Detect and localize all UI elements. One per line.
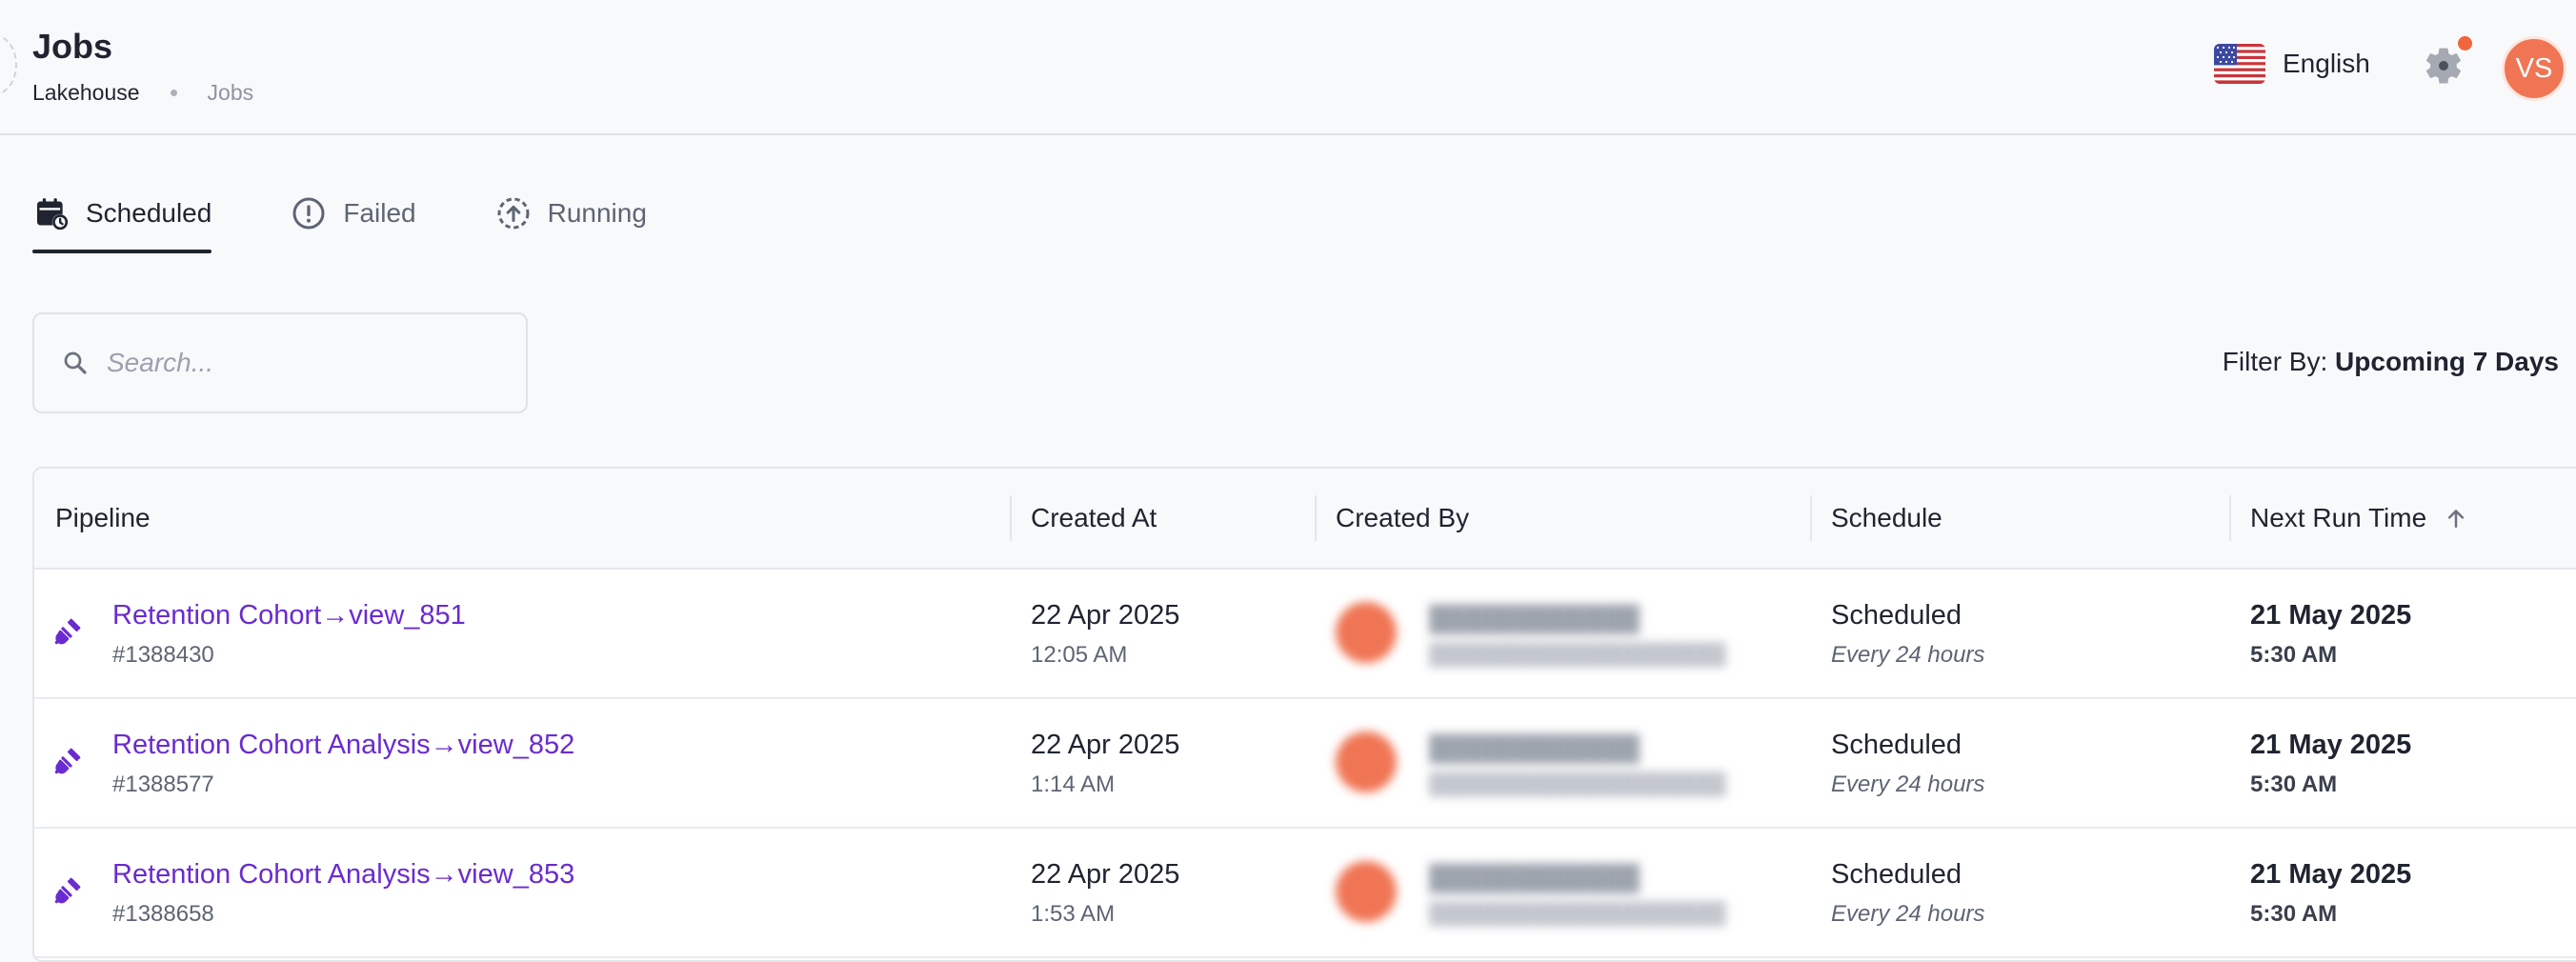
language-label: English (2283, 49, 2370, 78)
column-separator (1010, 495, 1012, 541)
sidebar-toggle[interactable] (0, 34, 17, 95)
schedule-cell: Scheduled Every 24 hours (1831, 570, 2231, 697)
created-by-cell: ████████████ ████████████████████ (1317, 699, 1812, 827)
created-date: 22 Apr 2025 (1031, 730, 1180, 760)
search-box[interactable] (32, 312, 528, 413)
redacted-user: ████████████ ████████████████████ (1317, 848, 1812, 939)
schedule-status: Scheduled (1831, 859, 1962, 890)
us-flag-icon (2214, 44, 2265, 84)
column-header-label: Next Run Time (2250, 503, 2427, 532)
redacted-user: ████████████ ████████████████████ (1317, 589, 1812, 680)
user-avatar[interactable]: VS (2502, 36, 2566, 101)
created-date: 22 Apr 2025 (1031, 859, 1180, 890)
column-header-schedule[interactable]: Schedule (1810, 469, 1942, 568)
filter-selector[interactable]: Filter By: Upcoming 7 Days (2223, 347, 2559, 377)
job-tabs: Scheduled Failed Running (32, 187, 725, 259)
column-header-pipeline[interactable]: Pipeline (55, 469, 151, 568)
filter-label: Filter By: (2222, 347, 2328, 376)
alert-circle-icon (290, 194, 328, 232)
pipeline-id: #1388430 (112, 642, 214, 668)
arrow-up-icon[interactable] (2442, 504, 2470, 532)
schedule-status: Scheduled (1831, 600, 1962, 631)
created-date: 22 Apr 2025 (1031, 600, 1180, 631)
redacted-name: ████████████ (1429, 604, 1640, 632)
created-at-cell: 22 Apr 2025 1:14 AM (1031, 699, 1317, 827)
pipeline-link[interactable]: Retention Cohort Analysis→view_852 (112, 730, 574, 761)
schedule-interval: Every 24 hours (1831, 901, 1985, 927)
tab-running-label: Running (547, 198, 647, 228)
created-by-cell: ████████████ ████████████████████ (1317, 570, 1812, 697)
tab-failed[interactable]: Failed (290, 187, 416, 240)
pipeline-link[interactable]: Retention Cohort→view_851 (112, 600, 466, 631)
jobs-table: Pipeline Created At Created By Schedule … (32, 467, 2576, 962)
column-header-label: Schedule (1831, 503, 1942, 532)
redacted-name: ████████████ (1429, 863, 1640, 892)
pipeline-cell: Retention Cohort→view_851 #1388430 (34, 570, 1006, 697)
search-icon (64, 351, 87, 374)
table-row[interactable]: Retention Cohort Analysis→view_852 #1388… (34, 699, 2576, 829)
schedule-status: Scheduled (1831, 730, 1962, 760)
pipeline-id: #1388577 (112, 772, 214, 797)
avatar (1336, 732, 1397, 792)
created-time: 1:53 AM (1031, 901, 1116, 927)
calendar-clock-icon (32, 194, 70, 232)
column-header-label: Created By (1336, 503, 1470, 532)
plug-icon (54, 748, 81, 774)
breadcrumb-separator (170, 90, 177, 96)
column-separator (2229, 495, 2231, 541)
pipeline-link[interactable]: Retention Cohort Analysis→view_853 (112, 859, 574, 891)
search-input[interactable] (105, 347, 490, 379)
tab-running[interactable]: Running (494, 187, 647, 240)
column-header-created-at[interactable]: Created At (1010, 469, 1157, 568)
column-header-next-run-time[interactable]: Next Run Time (2229, 469, 2470, 568)
column-separator (1810, 495, 1812, 541)
tab-scheduled-label: Scheduled (86, 198, 212, 228)
breadcrumb: Lakehouse Jobs (32, 80, 253, 106)
next-run-date: 21 May 2025 (2250, 859, 2412, 890)
redacted-email: ████████████████████ (1429, 642, 1726, 666)
next-run-time: 5:30 AM (2250, 642, 2338, 668)
plug-icon (54, 618, 81, 645)
column-header-created-by[interactable]: Created By (1315, 469, 1470, 568)
created-at-cell: 22 Apr 2025 12:05 AM (1031, 570, 1317, 697)
pipeline-id: #1388658 (112, 901, 214, 927)
gear-icon[interactable] (2422, 44, 2465, 88)
tab-scheduled[interactable]: Scheduled (32, 187, 212, 253)
next-run-cell: 21 May 2025 5:30 AM (2250, 570, 2565, 697)
pipeline-cell: Retention Cohort Analysis→view_852 #1388… (34, 699, 1006, 827)
next-run-date: 21 May 2025 (2250, 600, 2412, 631)
next-run-date: 21 May 2025 (2250, 730, 2412, 760)
created-time: 1:14 AM (1031, 772, 1116, 797)
table-header: Pipeline Created At Created By Schedule … (34, 469, 2576, 570)
avatar (1336, 602, 1397, 663)
schedule-cell: Scheduled Every 24 hours (1831, 699, 2231, 827)
notification-dot (2458, 36, 2472, 50)
redacted-email: ████████████████████ (1429, 772, 1726, 795)
redacted-email: ████████████████████ (1429, 901, 1726, 925)
page-header: Jobs Lakehouse Jobs English VS (0, 0, 2576, 135)
plug-icon (54, 877, 81, 904)
next-run-time: 5:30 AM (2250, 901, 2338, 927)
redacted-name: ████████████ (1429, 733, 1640, 762)
table-row[interactable]: Retention Cohort Analysis→view_853 #1388… (34, 829, 2576, 958)
breadcrumb-item-jobs: Jobs (207, 80, 254, 105)
column-header-label: Pipeline (55, 503, 151, 532)
upload-dashed-circle-icon (494, 194, 533, 232)
page-title: Jobs (32, 27, 113, 66)
table-row[interactable]: Retention Cohort→view_851 #1388430 22 Ap… (34, 570, 2576, 699)
created-time: 12:05 AM (1031, 642, 1128, 668)
breadcrumb-item-lakehouse[interactable]: Lakehouse (32, 80, 140, 106)
column-header-label: Created At (1031, 503, 1157, 532)
avatar (1336, 861, 1397, 922)
filter-value: Upcoming 7 Days (2335, 347, 2559, 376)
language-selector[interactable]: English (2214, 44, 2370, 84)
schedule-interval: Every 24 hours (1831, 772, 1985, 797)
tab-failed-label: Failed (343, 198, 416, 228)
next-run-cell: 21 May 2025 5:30 AM (2250, 699, 2565, 827)
schedule-interval: Every 24 hours (1831, 642, 1985, 668)
next-run-time: 5:30 AM (2250, 772, 2338, 797)
column-separator (1315, 495, 1317, 541)
redacted-user: ████████████ ████████████████████ (1317, 718, 1812, 810)
